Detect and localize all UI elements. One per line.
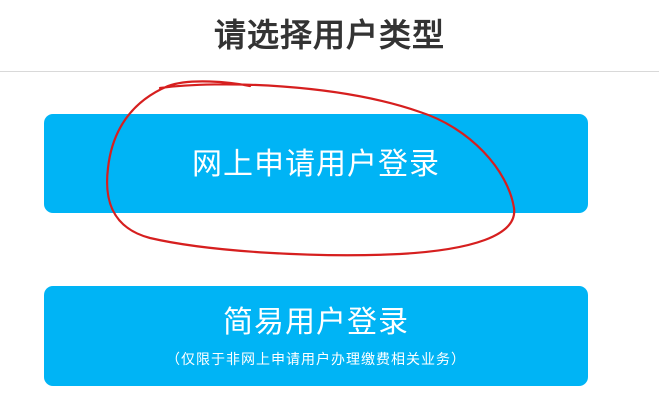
online-user-login-label: 网上申请用户登录: [192, 146, 440, 182]
online-user-login-button[interactable]: 网上申请用户登录: [44, 114, 588, 213]
page-title: 请选择用户类型: [213, 15, 445, 54]
simple-user-login-button[interactable]: 简易用户登录 （仅限于非网上申请用户办理缴费相关业务）: [44, 286, 588, 386]
simple-user-login-label: 简易用户登录: [223, 305, 409, 340]
simple-user-login-note: （仅限于非网上申请用户办理缴费相关业务）: [166, 352, 466, 368]
page-header: 请选择用户类型: [0, 0, 659, 72]
